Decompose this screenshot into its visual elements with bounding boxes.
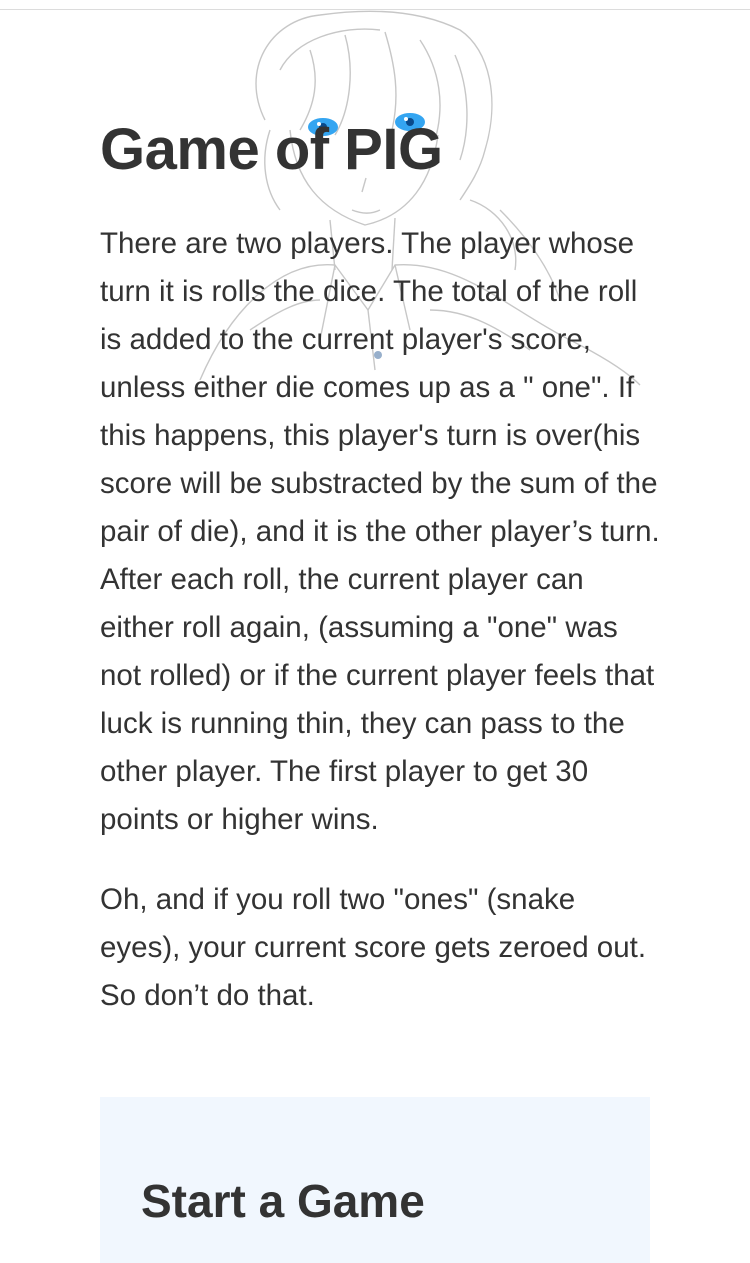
rules-paragraph: There are two players. The player whose … (100, 227, 660, 836)
start-game-heading: Start a Game (141, 1175, 425, 1227)
start-game-panel: Start a Game (100, 1097, 650, 1263)
game-description: Game of PIG There are two players. The p… (100, 110, 660, 1020)
top-divider (0, 9, 750, 10)
page-title: Game of PIG (100, 117, 443, 182)
snake-eyes-paragraph: Oh, and if you roll two "ones" (snake ey… (100, 883, 647, 1012)
